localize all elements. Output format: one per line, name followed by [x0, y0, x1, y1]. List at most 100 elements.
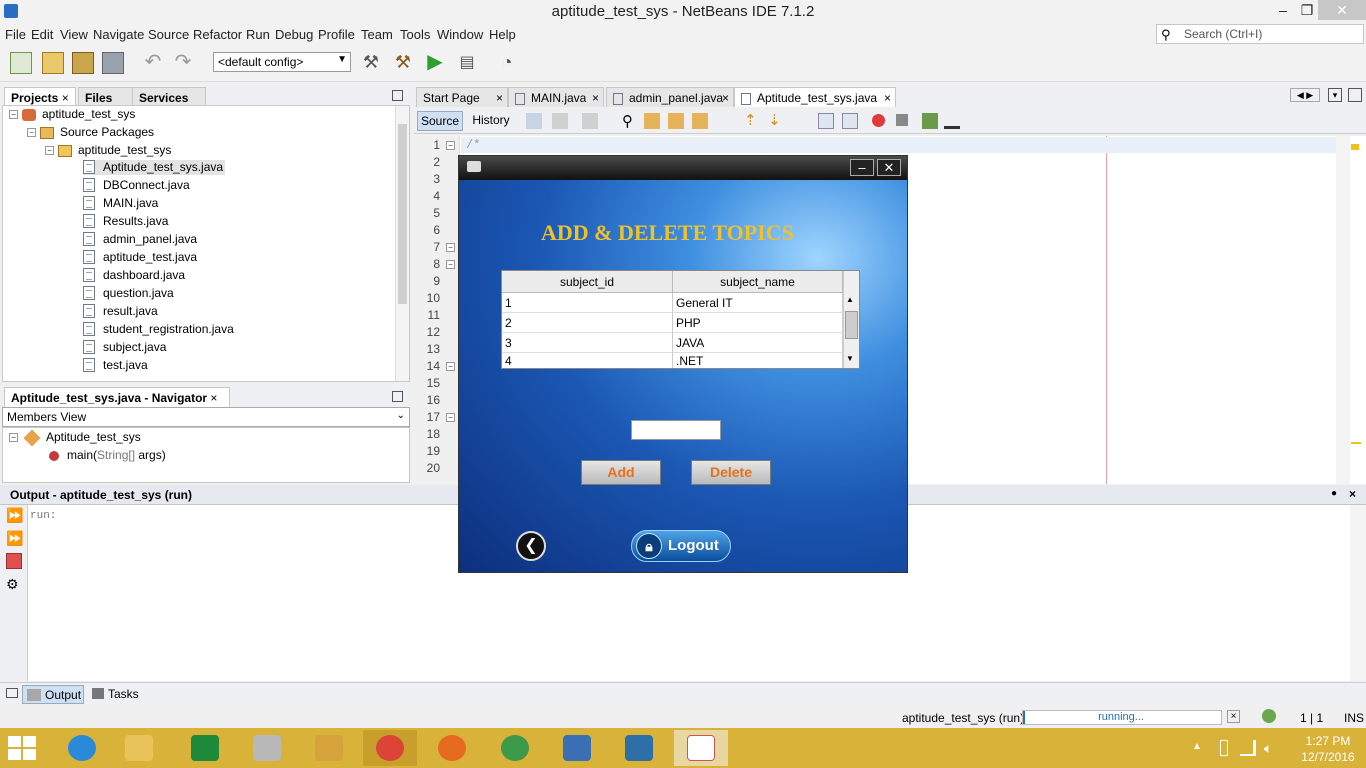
tab-files[interactable]: Files: [78, 87, 134, 107]
add-button[interactable]: Add: [581, 460, 661, 485]
tree-file[interactable]: result.java: [83, 303, 158, 319]
tab-admin-panel[interactable]: admin_panel.java ×: [606, 87, 734, 107]
history-tab[interactable]: History: [466, 111, 516, 131]
table-cell[interactable]: General IT: [673, 293, 843, 313]
search-input[interactable]: ⚲ Search (Ctrl+I): [1156, 24, 1364, 44]
close-icon[interactable]: ×: [62, 91, 69, 105]
menu-team[interactable]: Team: [361, 27, 393, 42]
tab-start-page[interactable]: Start Page ×: [416, 87, 508, 107]
tree-file[interactable]: question.java: [83, 285, 174, 301]
tree-file[interactable]: test.java: [83, 357, 148, 373]
tree-scrollbar[interactable]: [395, 106, 409, 381]
output-scrollbar[interactable]: [1350, 505, 1366, 681]
tab-list-icon[interactable]: ▾: [1328, 88, 1342, 102]
rerun-icon[interactable]: ⏩: [6, 507, 23, 523]
back-icon[interactable]: [552, 113, 568, 129]
config-dropdown[interactable]: <default config> ▼: [213, 52, 351, 72]
battery-icon[interactable]: [1220, 740, 1228, 756]
close-icon[interactable]: ×: [496, 91, 503, 105]
comment-icon[interactable]: [922, 113, 938, 129]
volume-icon[interactable]: 🔈︎: [1264, 740, 1272, 757]
show-hidden-icons-icon[interactable]: ▲: [1192, 741, 1202, 752]
minimize-group-icon[interactable]: [6, 688, 18, 698]
scroll-up-icon[interactable]: ▲: [846, 295, 854, 304]
globe-icon[interactable]: [488, 730, 542, 766]
table-cell[interactable]: JAVA: [673, 333, 843, 353]
windows-store-icon[interactable]: [178, 730, 232, 766]
menu-refactor[interactable]: Refactor: [193, 27, 242, 42]
scrollbar-thumb[interactable]: [845, 311, 858, 339]
delete-button[interactable]: Delete: [691, 460, 771, 485]
collapse-icon[interactable]: −: [9, 433, 18, 443]
output-options-icon[interactable]: ●: [1331, 488, 1337, 499]
tab-tasks[interactable]: Tasks: [90, 687, 139, 701]
tree-file[interactable]: subject.java: [83, 339, 166, 355]
tab-output[interactable]: Output: [22, 685, 84, 704]
column-header-id[interactable]: subject_id: [502, 271, 673, 293]
tab-aptitude-test-sys[interactable]: Aptitude_test_sys.java ×: [734, 87, 896, 107]
menu-view[interactable]: View: [60, 27, 88, 42]
dialog-minimize-button[interactable]: –: [850, 159, 874, 176]
clean-build-icon[interactable]: ⚒: [392, 52, 414, 74]
output-settings-icon[interactable]: ⚙: [6, 576, 22, 592]
menu-window[interactable]: Window: [437, 27, 483, 42]
source-tab[interactable]: Source: [417, 111, 463, 131]
menu-run[interactable]: Run: [246, 27, 270, 42]
internet-explorer-icon[interactable]: [55, 730, 109, 766]
tree-source-packages[interactable]: − Source Packages: [27, 125, 154, 139]
java-app-icon[interactable]: [674, 730, 728, 766]
scrollbar-thumb[interactable]: [398, 124, 407, 304]
nav-class[interactable]: − Aptitude_test_sys: [9, 429, 141, 447]
tree-package[interactable]: − aptitude_test_sys: [45, 143, 171, 157]
debug-icon[interactable]: ▤: [456, 52, 478, 74]
undo-icon[interactable]: ↶: [142, 52, 164, 74]
next-bookmark-icon[interactable]: ⇣: [768, 111, 781, 129]
find-next-icon[interactable]: [668, 113, 684, 129]
photos-icon[interactable]: [612, 730, 666, 766]
open-project-icon[interactable]: [72, 52, 94, 74]
close-icon[interactable]: ×: [722, 91, 729, 105]
tab-scroll-arrows[interactable]: ◀ ▶: [1290, 88, 1320, 102]
table-cell[interactable]: 3: [502, 333, 673, 353]
minimize-panel-icon[interactable]: [392, 90, 403, 101]
topic-name-input[interactable]: [631, 420, 721, 440]
collapse-icon[interactable]: −: [27, 128, 36, 138]
table-cell[interactable]: 4: [502, 353, 673, 368]
tree-file[interactable]: Aptitude_test_sys.java: [83, 159, 226, 175]
menu-source[interactable]: Source: [148, 27, 189, 42]
find-selection-icon[interactable]: [692, 113, 708, 129]
stop-macro-icon[interactable]: [896, 114, 908, 126]
close-icon[interactable]: ×: [592, 91, 599, 105]
last-edit-icon[interactable]: [526, 113, 542, 129]
fold-toggle-icon[interactable]: −: [446, 413, 455, 422]
chrome-icon[interactable]: [363, 730, 417, 766]
fold-toggle-icon[interactable]: −: [446, 243, 455, 252]
collapse-icon[interactable]: −: [45, 146, 54, 156]
table-cell[interactable]: 1: [502, 293, 673, 313]
tree-file[interactable]: MAIN.java: [83, 195, 158, 211]
uncomment-icon[interactable]: [944, 113, 960, 129]
tree-file[interactable]: dashboard.java: [83, 267, 185, 283]
logout-button[interactable]: 🔒︎ Logout: [631, 530, 731, 562]
shift-right-icon[interactable]: [842, 113, 858, 129]
profile-icon[interactable]: ◔: [496, 52, 518, 74]
shift-left-icon[interactable]: [818, 113, 834, 129]
menu-tools[interactable]: Tools: [400, 27, 430, 42]
tree-project[interactable]: − aptitude_test_sys: [9, 107, 135, 121]
new-project-icon[interactable]: [42, 52, 64, 74]
close-button[interactable]: ✕: [1318, 0, 1366, 20]
network-icon[interactable]: [1240, 740, 1256, 756]
tab-main-java[interactable]: MAIN.java ×: [508, 87, 604, 107]
taskbar-time[interactable]: 1:27 PM: [1296, 734, 1360, 748]
menu-debug[interactable]: Debug: [275, 27, 313, 42]
tree-file[interactable]: aptitude_test.java: [83, 249, 197, 265]
start-macro-icon[interactable]: [872, 114, 885, 127]
fold-toggle-icon[interactable]: −: [446, 260, 455, 269]
table-cell[interactable]: 2: [502, 313, 673, 333]
dialog-close-button[interactable]: ✕: [877, 159, 901, 176]
notification-icon[interactable]: [1262, 709, 1276, 723]
fold-toggle-icon[interactable]: −: [446, 362, 455, 371]
tree-file[interactable]: admin_panel.java: [83, 231, 197, 247]
collapse-icon[interactable]: −: [9, 110, 18, 120]
close-icon[interactable]: ×: [1349, 487, 1356, 501]
